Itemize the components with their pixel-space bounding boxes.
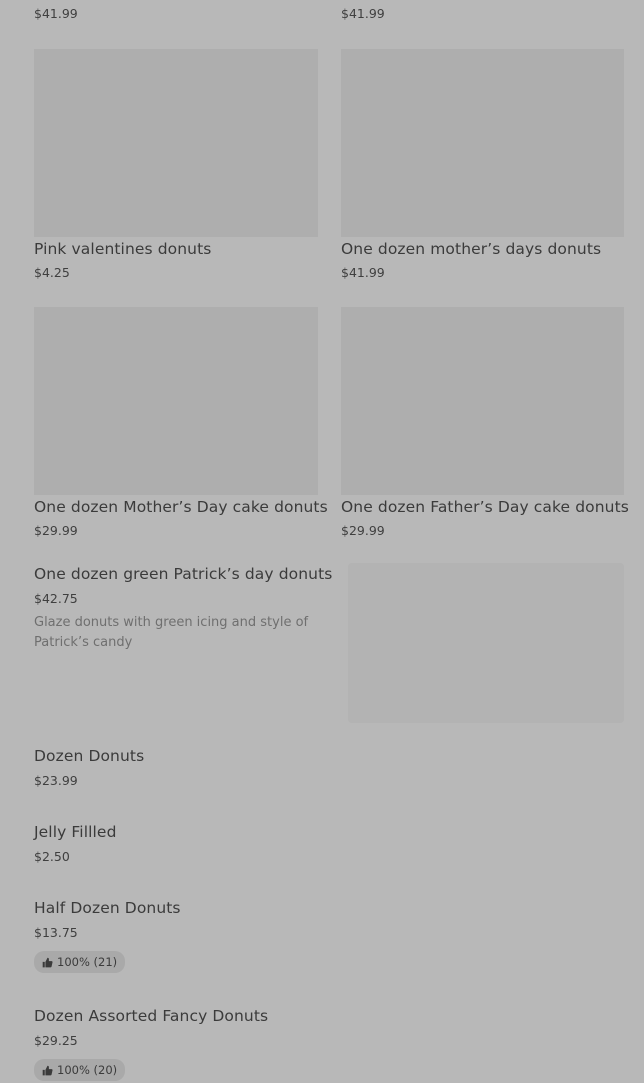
product-title[interactable]: Half Dozen Donuts: [34, 899, 181, 917]
product-price: $4.25: [34, 265, 70, 280]
product-card-pink-valentines[interactable]: Pink valentines donuts $4.25: [34, 49, 318, 289]
product-price: $29.99: [341, 523, 385, 538]
product-price: $42.75: [34, 591, 78, 606]
product-title[interactable]: One dozen Father’s Day cake donuts: [341, 498, 629, 516]
product-image[interactable]: [348, 563, 624, 723]
product-card-mothers-day-cake[interactable]: One dozen Mother’s Day cake donuts $29.9…: [34, 307, 328, 547]
product-title[interactable]: Jelly Fillled: [34, 823, 117, 841]
list-item-dozen-assorted-fancy[interactable]: Dozen Assorted Fancy Donuts $29.25 100% …: [34, 1005, 434, 1083]
product-card-patricks-day[interactable]: One dozen green Patrick’s day donuts $42…: [34, 563, 625, 725]
product-image[interactable]: [34, 307, 318, 495]
product-card-top-right[interactable]: $41.99: [341, 0, 625, 26]
thumbs-up-icon: [42, 1065, 53, 1076]
list-item-half-dozen[interactable]: Half Dozen Donuts $13.75 100% (21): [34, 897, 434, 977]
list-item-jelly-filled[interactable]: Jelly Fillled $2.50: [34, 821, 434, 871]
list-item-dozen-donuts[interactable]: Dozen Donuts $23.99: [34, 745, 434, 795]
product-title[interactable]: Pink valentines donuts: [34, 240, 211, 258]
product-title[interactable]: Dozen Donuts: [34, 747, 144, 765]
product-title[interactable]: One dozen mother’s days donuts: [341, 240, 601, 258]
product-price: $29.25: [34, 1033, 78, 1048]
product-title[interactable]: Dozen Assorted Fancy Donuts: [34, 1007, 268, 1025]
product-image[interactable]: [341, 49, 624, 237]
product-image[interactable]: [341, 307, 624, 495]
product-card-top-left[interactable]: $41.99: [34, 0, 318, 26]
thumbs-up-icon: [42, 957, 53, 968]
product-price: $41.99: [341, 265, 385, 280]
rating-text: 100% (21): [57, 955, 118, 969]
rating-badge: 100% (21): [34, 951, 126, 973]
product-description: Glaze donuts with green icing and style …: [34, 615, 309, 650]
product-title[interactable]: One dozen green Patrick’s day donuts: [34, 565, 332, 583]
product-card-mothers-days[interactable]: One dozen mother’s days donuts $41.99: [341, 49, 625, 289]
product-price: $29.99: [34, 523, 78, 538]
product-price: $2.50: [34, 849, 70, 864]
product-price: $41.99: [341, 6, 385, 21]
product-image[interactable]: [34, 49, 318, 237]
product-title[interactable]: One dozen Mother’s Day cake donuts: [34, 498, 328, 516]
product-price: $13.75: [34, 925, 78, 940]
product-price: $41.99: [34, 6, 78, 21]
rating-text: 100% (20): [57, 1063, 118, 1077]
rating-badge: 100% (20): [34, 1059, 126, 1081]
product-card-fathers-day-cake[interactable]: One dozen Father’s Day cake donuts $29.9…: [341, 307, 629, 547]
product-price: $23.99: [34, 773, 78, 788]
